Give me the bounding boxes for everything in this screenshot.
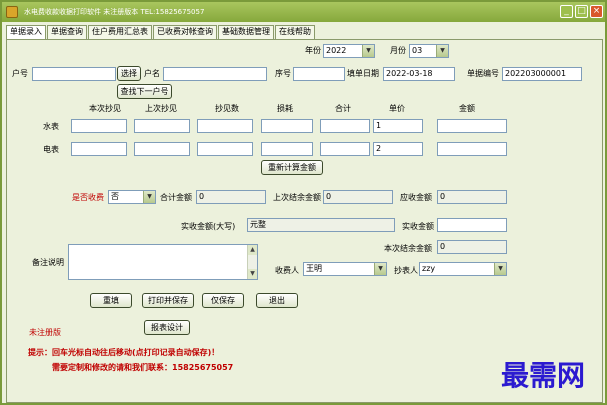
- current-balance-input[interactable]: 0: [437, 240, 507, 254]
- notes-label: 备注说明: [32, 258, 64, 267]
- collector-select[interactable]: 王明 ▼: [303, 262, 387, 276]
- name-input[interactable]: [163, 67, 267, 81]
- title-bar: 水电费收款收据打印软件 未注册版本 TEL:15825675057 _ □ ×: [2, 2, 605, 22]
- col-current-reading: 本次抄见: [89, 104, 121, 113]
- doc-number-input[interactable]: 202203000001: [502, 67, 582, 81]
- year-select[interactable]: 2022 ▼: [323, 44, 375, 58]
- year-value: 2022: [326, 46, 347, 55]
- due-input[interactable]: 0: [437, 190, 507, 204]
- tab-basedata[interactable]: 基础数据管理: [218, 25, 274, 39]
- paid-label: 是否收费: [72, 193, 104, 202]
- notes-scrollbar[interactable]: ▲ ▼: [247, 245, 257, 279]
- date-label: 填单日期: [347, 69, 379, 78]
- reader-select[interactable]: zzy ▼: [419, 262, 507, 276]
- electric-current-input[interactable]: [71, 142, 127, 156]
- tab-query[interactable]: 单据查询: [47, 25, 87, 39]
- recalc-button[interactable]: 重新计算金额: [261, 160, 323, 175]
- received-caps-label: 实收金额(大写): [181, 222, 236, 231]
- tab-entry[interactable]: 单据录入: [6, 25, 46, 40]
- chevron-down-icon: ▼: [374, 263, 386, 275]
- col-loss: 损耗: [277, 104, 293, 113]
- water-total-input[interactable]: [320, 119, 370, 133]
- household-input[interactable]: [32, 67, 116, 81]
- electric-loss-input[interactable]: [261, 142, 313, 156]
- close-button[interactable]: ×: [590, 5, 603, 18]
- total-label: 合计金额: [160, 193, 192, 202]
- paid-select[interactable]: 否 ▼: [108, 190, 156, 204]
- unregistered-label: 未注册版: [29, 328, 61, 337]
- reset-button[interactable]: 重填: [90, 293, 132, 308]
- notes-textarea[interactable]: ▲ ▼: [68, 244, 258, 280]
- collector-value: 王明: [306, 264, 322, 273]
- print-save-button[interactable]: 打印并保存: [142, 293, 194, 308]
- household-label: 户号: [12, 69, 28, 78]
- water-loss-input[interactable]: [261, 119, 313, 133]
- water-price-input[interactable]: 1: [373, 119, 423, 133]
- col-amount: 金额: [459, 104, 475, 113]
- app-icon: [6, 6, 18, 18]
- row-label-electric: 电表: [43, 145, 59, 154]
- year-label: 年份: [305, 46, 321, 55]
- row-label-water: 水表: [43, 122, 59, 131]
- seq-label: 序号: [275, 69, 291, 78]
- chevron-down-icon: ▼: [494, 263, 506, 275]
- last-balance-input[interactable]: 0: [323, 190, 393, 204]
- select-button[interactable]: 选择: [117, 66, 141, 81]
- reader-label: 抄表人: [394, 266, 418, 275]
- tab-reconcile[interactable]: 已收费对帐查询: [153, 25, 217, 39]
- due-label: 应收金额: [400, 193, 432, 202]
- watermark-logo: 最需网: [501, 359, 586, 392]
- save-only-button[interactable]: 仅保存: [202, 293, 244, 308]
- chevron-down-icon: ▼: [362, 45, 374, 57]
- date-input[interactable]: 2022-03-18: [383, 67, 455, 81]
- electric-price-input[interactable]: 2: [373, 142, 423, 156]
- electric-count-input[interactable]: [197, 142, 253, 156]
- minimize-button[interactable]: _: [560, 5, 573, 18]
- water-amount-input[interactable]: [437, 119, 507, 133]
- last-balance-label: 上次结余金额: [273, 193, 321, 202]
- col-unit-price: 单价: [389, 104, 405, 113]
- scroll-up-icon[interactable]: ▲: [248, 245, 257, 255]
- reader-value: zzy: [422, 264, 436, 273]
- total-input[interactable]: 0: [196, 190, 266, 204]
- water-last-input[interactable]: [134, 119, 190, 133]
- chevron-down-icon: ▼: [436, 45, 448, 57]
- tab-help[interactable]: 在线帮助: [275, 25, 315, 39]
- collector-label: 收费人: [275, 266, 299, 275]
- maximize-button[interactable]: □: [575, 5, 588, 18]
- received-input[interactable]: [437, 218, 507, 232]
- window-title: 水电费收款收据打印软件 未注册版本 TEL:15825675057: [24, 8, 205, 16]
- electric-amount-input[interactable]: [437, 142, 507, 156]
- month-label: 月份: [390, 46, 406, 55]
- received-label: 实收金额: [402, 222, 434, 231]
- electric-total-input[interactable]: [320, 142, 370, 156]
- water-current-input[interactable]: [71, 119, 127, 133]
- report-design-button[interactable]: 报表设计: [144, 320, 190, 335]
- tab-bar: 单据录入 单据查询 住户费用汇总表 已收费对帐查询 基础数据管理 在线帮助: [6, 25, 316, 40]
- seq-input[interactable]: [293, 67, 345, 81]
- entry-panel: 年份 2022 ▼ 月份 03 ▼ 户号 选择 户名 序号 填单日期 2022-03…: [6, 39, 603, 403]
- tab-summary[interactable]: 住户费用汇总表: [88, 25, 152, 39]
- chevron-down-icon: ▼: [143, 191, 155, 203]
- find-next-button[interactable]: 查找下一户号: [117, 84, 172, 99]
- col-last-reading: 上次抄见: [145, 104, 177, 113]
- col-reading-count: 抄见数: [215, 104, 239, 113]
- month-value: 03: [412, 46, 423, 55]
- tip-line-2: 需要定制和修改的请和我们联系：15825675057: [52, 363, 234, 372]
- electric-last-input[interactable]: [134, 142, 190, 156]
- doc-label: 单据编号: [467, 69, 499, 78]
- paid-value: 否: [111, 192, 119, 201]
- current-balance-label: 本次结余金额: [384, 244, 432, 253]
- scroll-down-icon[interactable]: ▼: [248, 269, 257, 279]
- month-select[interactable]: 03 ▼: [409, 44, 449, 58]
- exit-button[interactable]: 退出: [256, 293, 298, 308]
- app-window: 水电费收款收据打印软件 未注册版本 TEL:15825675057 _ □ × …: [0, 0, 607, 405]
- water-count-input[interactable]: [197, 119, 253, 133]
- col-total: 合计: [335, 104, 351, 113]
- name-label: 户名: [144, 69, 160, 78]
- tip-line-1: 提示：回车光标自动往后移动(点打印记录自动保存)！: [28, 348, 220, 357]
- received-caps-input[interactable]: 元整: [247, 218, 395, 232]
